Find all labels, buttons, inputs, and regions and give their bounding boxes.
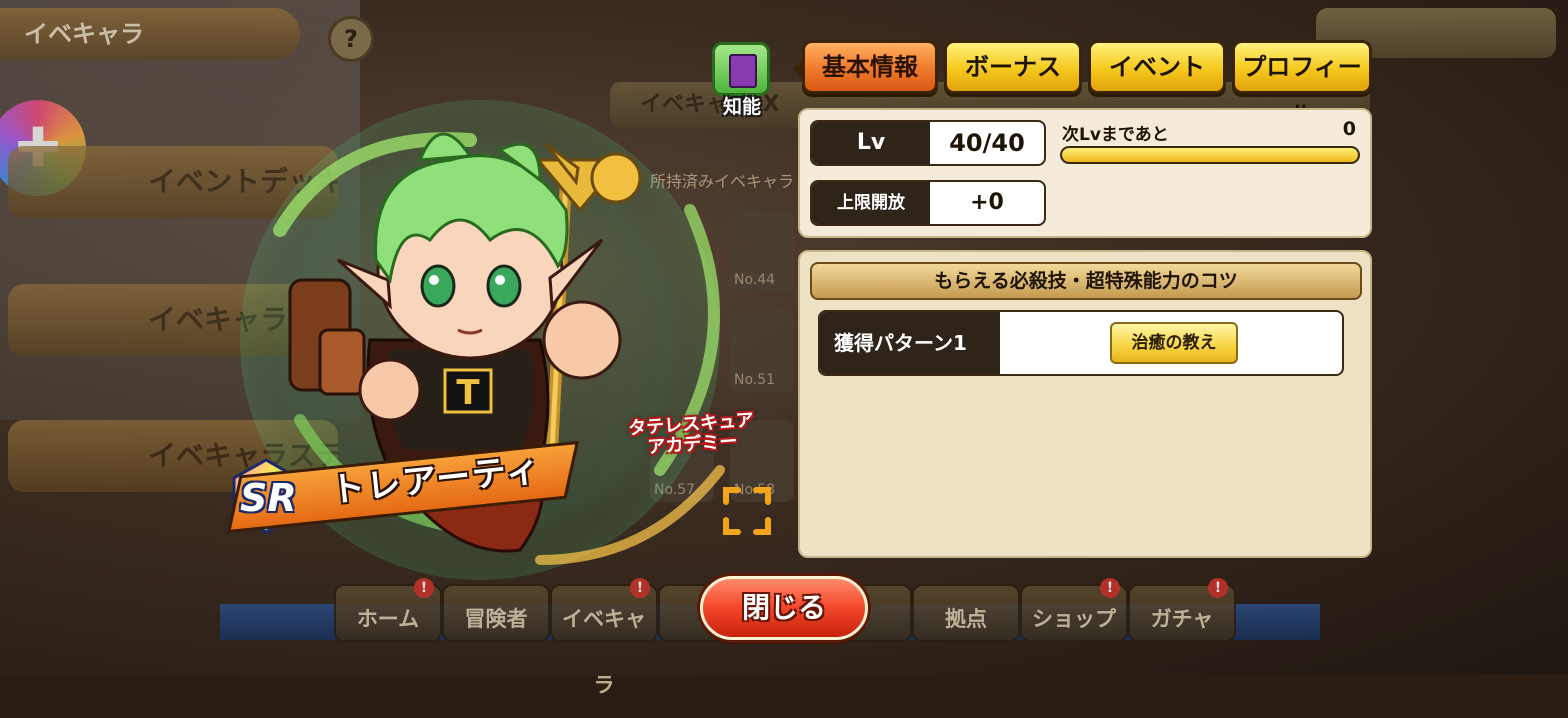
next-level-progress-bar: [1060, 146, 1360, 164]
nav-evechara-button: イベキャラ!: [550, 578, 658, 697]
next-level-progress-fill: [1062, 148, 1358, 162]
next-level-label: 次Lvまであと: [1062, 125, 1169, 145]
nav-gacha-button: ガチャ!: [1128, 578, 1236, 642]
skills-section-header: もらえる必殺技・超特殊能力のコツ: [810, 262, 1362, 300]
nav-label: ガチャ: [1150, 607, 1214, 631]
next-level-value: 0: [1342, 118, 1356, 140]
book-icon: [712, 42, 770, 96]
stats-panel: Lv 40/40 上限開放 +0 次Lvまであと 0: [798, 108, 1372, 238]
nav-badge: !: [1100, 578, 1120, 598]
nav-label: 冒険者: [464, 607, 528, 631]
team-logo: タテレスキュアアカデミー: [627, 409, 755, 459]
limit-break-label: 上限開放: [812, 182, 930, 224]
close-button[interactable]: 閉じる: [700, 576, 868, 640]
acquire-pattern-row: 獲得パターン1 治癒の教え: [818, 310, 1344, 376]
nav-label: ショップ: [1032, 607, 1116, 631]
tab-bonus[interactable]: ボーナス: [944, 40, 1082, 94]
nav-label: ホーム: [356, 607, 420, 631]
help-icon: ?: [328, 16, 374, 62]
nav-adventurer-button: 冒険者: [442, 584, 550, 642]
type-label: 知能: [722, 96, 761, 118]
level-box: Lv 40/40: [810, 120, 1046, 166]
skills-panel: もらえる必殺技・超特殊能力のコツ 獲得パターン1 治癒の教え: [798, 250, 1372, 558]
detail-tabs: 基本情報 ボーナス イベント プロフィール: [793, 40, 1374, 129]
background-title: イベキャラ: [0, 8, 300, 60]
limit-break-value: +0: [970, 190, 1004, 215]
skill-chip[interactable]: 治癒の教え: [1110, 322, 1238, 364]
limit-break-box: 上限開放 +0: [810, 180, 1046, 226]
acquire-pattern-label: 獲得パターン1: [820, 312, 1000, 374]
tab-basic-info[interactable]: 基本情報: [793, 40, 938, 94]
nav-shop-button: ショップ!: [1020, 578, 1128, 642]
svg-text:T: T: [456, 373, 480, 413]
nav-base-button: 拠点: [912, 584, 1020, 642]
nav-label: 拠点: [945, 607, 987, 631]
nav-badge: !: [1208, 578, 1228, 598]
zoom-frame-icon[interactable]: [722, 486, 772, 536]
tab-event[interactable]: イベント: [1088, 40, 1226, 94]
rarity-label: SR: [240, 476, 297, 520]
level-value: 40/40: [949, 129, 1025, 157]
nav-home-button: ホーム!: [334, 578, 442, 642]
level-label: Lv: [812, 122, 930, 164]
tab-profile[interactable]: プロフィール: [1232, 40, 1372, 129]
